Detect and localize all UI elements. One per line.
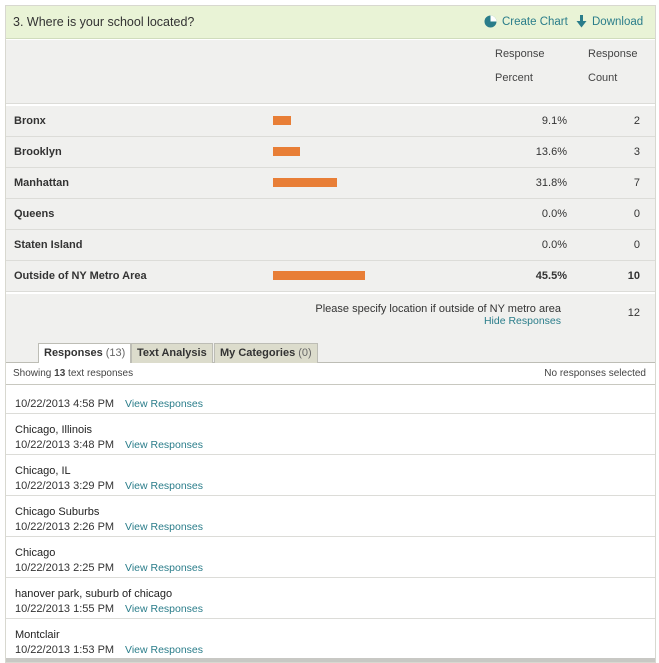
response-date: 10/22/2013 2:25 PM [15,562,115,574]
percent-bar [273,271,365,280]
answer-row: Bronx 9.1% 2 [6,106,655,137]
showing-count-text: Showing 13 text responses [13,368,134,379]
tab-responses-count: (13) [105,347,126,359]
response-date: 10/22/2013 4:58 PM [15,398,115,410]
list-item[interactable]: Chicago Suburbs 10/22/2013 2:26 PM View … [6,496,655,537]
answer-count: 10 [627,270,640,282]
view-responses-link[interactable]: View Responses [125,562,203,574]
view-responses-link[interactable]: View Responses [125,644,203,656]
answer-count: 3 [633,146,640,158]
view-responses-link[interactable]: View Responses [125,398,203,410]
list-item[interactable]: hanover park, suburb of chicago 10/22/20… [6,578,655,619]
view-responses-link[interactable]: View Responses [125,603,203,615]
other-count: 12 [627,307,640,319]
answer-label: Queens [14,208,55,220]
response-date: 10/22/2013 3:48 PM [15,439,115,451]
answer-count: 0 [633,208,640,220]
response-text: hanover park, suburb of chicago [15,588,173,600]
answer-label: Brooklyn [14,146,62,158]
answer-percent: 13.6% [535,146,567,158]
answer-count: 2 [633,115,640,127]
count-header-line1: Response [588,48,638,60]
list-item[interactable]: Chicago, IL 10/22/2013 3:29 PM View Resp… [6,455,655,496]
question-title: 3. Where is your school located? [13,15,195,29]
list-item[interactable]: Chicago, Illinois 10/22/2013 3:48 PM Vie… [6,414,655,455]
answer-percent: 45.5% [535,270,567,282]
pie-chart-icon [484,15,497,28]
response-text: Chicago, Illinois [15,424,93,436]
answer-row: Staten Island 0.0% 0 [6,230,655,261]
percent-bar [273,147,300,156]
column-header: Response Percent Response Count [6,40,655,104]
list-item[interactable]: Chicago 10/22/2013 2:25 PM View Response… [6,537,655,578]
view-responses-link[interactable]: View Responses [125,480,203,492]
answer-row: Queens 0.0% 0 [6,199,655,230]
horizontal-scrollbar[interactable] [6,658,655,662]
survey-question-panel: 3. Where is your school located? Create … [5,5,656,663]
answer-row: Brooklyn 13.6% 3 [6,137,655,168]
tab-text-analysis-label: Text Analysis [137,347,207,359]
response-text: Montclair [15,629,60,641]
answer-label: Staten Island [14,239,83,251]
download-label: Download [592,15,644,28]
answer-percent: 0.0% [541,208,567,220]
hide-responses-link[interactable]: Hide Responses [484,315,561,327]
percent-bar [273,116,291,125]
download-arrow-icon [576,15,587,28]
other-specify-text: Please specify location if outside of NY… [315,303,561,315]
responses-panel[interactable]: Showing 13 text responses No responses s… [6,363,655,662]
percent-header-line2: Percent [495,72,533,84]
answer-percent: 31.8% [535,177,567,189]
answer-label: Outside of NY Metro Area [14,270,147,282]
response-date: 10/22/2013 1:53 PM [15,644,115,656]
response-date: 10/22/2013 2:26 PM [15,521,115,533]
response-text: Chicago, IL [15,465,71,477]
response-date: 10/22/2013 3:29 PM [15,480,115,492]
answer-label: Bronx [14,115,46,127]
response-tabs: Responses (13) Text Analysis My Categori… [6,330,655,364]
question-header: 3. Where is your school located? Create … [6,6,655,39]
answer-label: Manhattan [14,177,69,189]
view-responses-link[interactable]: View Responses [125,521,203,533]
answer-count: 7 [633,177,640,189]
other-specify-row: Please specify location if outside of NY… [6,294,655,330]
response-date: 10/22/2013 1:55 PM [15,603,115,615]
list-item[interactable]: Montclair 10/22/2013 1:53 PM View Respon… [6,619,655,660]
answer-count: 0 [633,239,640,251]
download-button[interactable]: Download [576,15,643,28]
responses-status-bar: Showing 13 text responses No responses s… [6,363,655,385]
response-text: Chicago Suburbs [15,506,100,518]
tab-responses[interactable]: Responses (13) [38,343,132,364]
create-chart-label: Create Chart [502,15,568,28]
create-chart-button[interactable]: Create Chart [484,15,568,28]
percent-bar [273,178,337,187]
count-header-line2: Count [588,72,618,84]
tab-text-analysis[interactable]: Text Analysis [131,343,213,363]
selection-status: No responses selected [544,368,646,379]
tab-my-categories-count: (0) [298,347,312,359]
answer-percent: 9.1% [541,115,567,127]
answer-row: Outside of NY Metro Area 45.5% 10 [6,261,655,292]
percent-header-line1: Response [495,48,545,60]
answer-percent: 0.0% [541,239,567,251]
answer-row: Manhattan 31.8% 7 [6,168,655,199]
tab-responses-label: Responses [44,347,103,359]
response-text: Chicago [15,547,56,559]
tab-my-categories[interactable]: My Categories (0) [214,343,318,363]
view-responses-link[interactable]: View Responses [125,439,203,451]
tab-my-categories-label: My Categories [220,347,296,359]
